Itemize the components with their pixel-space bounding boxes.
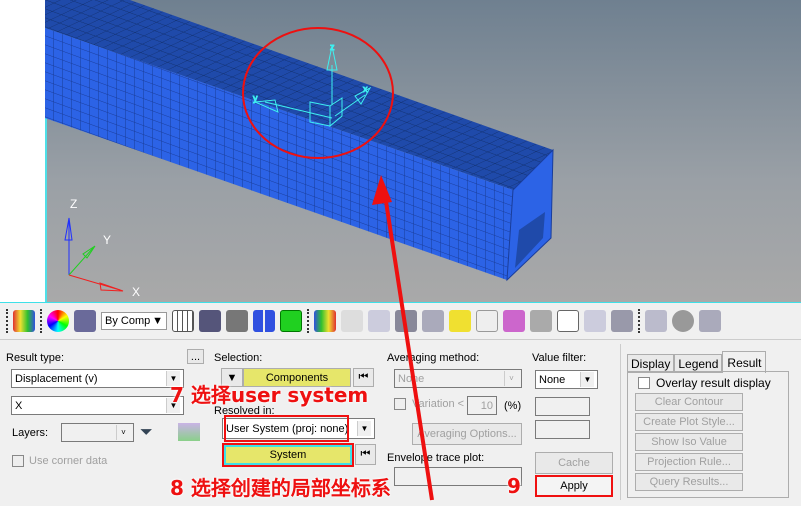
annotation-step-8: 8 选择创建的局部坐标系 <box>170 476 391 500</box>
annotation-step-7: 7 选择user system <box>170 383 369 407</box>
annotation-arrow <box>372 175 434 501</box>
annotation-step-9: 9 <box>507 474 521 498</box>
